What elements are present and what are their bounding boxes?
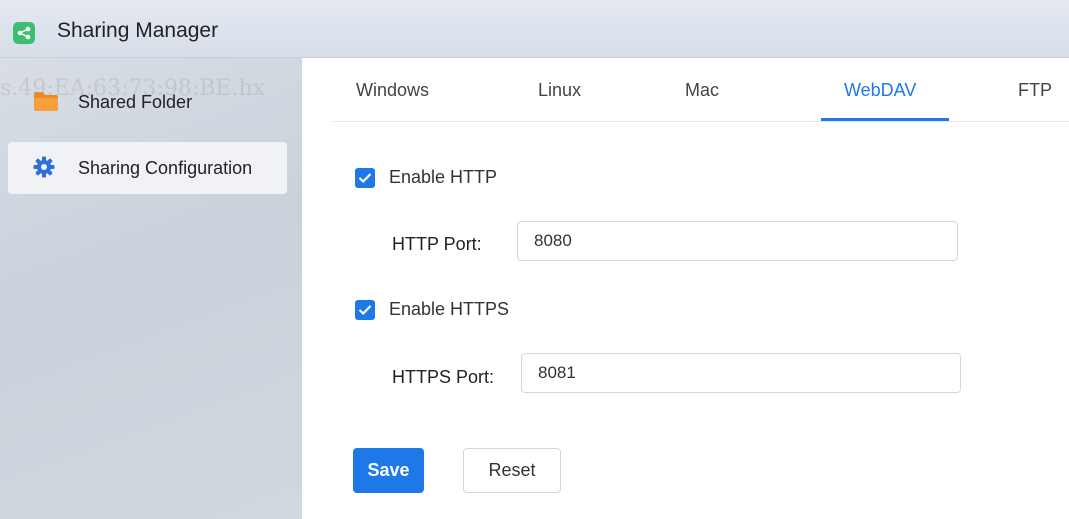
http-port-input[interactable] xyxy=(517,221,958,261)
tab-webdav[interactable]: WebDAV xyxy=(844,80,916,101)
folder-icon xyxy=(33,90,59,117)
reset-button[interactable]: Reset xyxy=(463,448,561,493)
enable-http-checkbox[interactable] xyxy=(355,168,375,188)
enable-https-label: Enable HTTPS xyxy=(389,299,510,319)
tab-linux[interactable]: Linux xyxy=(538,80,581,101)
tab-mac[interactable]: Mac xyxy=(685,80,719,101)
tab-windows[interactable]: Windows xyxy=(356,80,429,101)
https-port-input[interactable] xyxy=(521,353,961,393)
tab-ftp[interactable]: FTP xyxy=(1018,80,1052,101)
sidebar-item-label: Shared Folder xyxy=(78,92,193,112)
active-tab-indicator xyxy=(821,118,949,121)
sidebar-item-sharing-configuration[interactable]: Sharing Configuration xyxy=(8,142,287,194)
tab-bar: Windows Linux Mac WebDAV FTP xyxy=(332,58,1069,122)
sidebar-item-shared-folder[interactable]: Shared Folder xyxy=(8,76,287,128)
sidebar: Shared Folder Sharing Configuration xyxy=(0,58,302,519)
main-content: Windows Linux Mac WebDAV FTP Enable HTTP… xyxy=(302,58,1069,519)
save-button[interactable]: Save xyxy=(353,448,424,493)
enable-http-label: Enable HTTP xyxy=(389,167,498,187)
gear-icon xyxy=(33,156,55,183)
http-port-label: HTTP Port: xyxy=(392,234,482,254)
app-title: Sharing Manager xyxy=(57,19,219,42)
sidebar-item-label: Sharing Configuration xyxy=(78,158,253,178)
title-bar: Sharing Manager xyxy=(0,0,1069,58)
https-port-label: HTTPS Port: xyxy=(392,367,495,387)
share-nodes-icon xyxy=(13,22,35,44)
enable-https-checkbox[interactable] xyxy=(355,300,375,320)
